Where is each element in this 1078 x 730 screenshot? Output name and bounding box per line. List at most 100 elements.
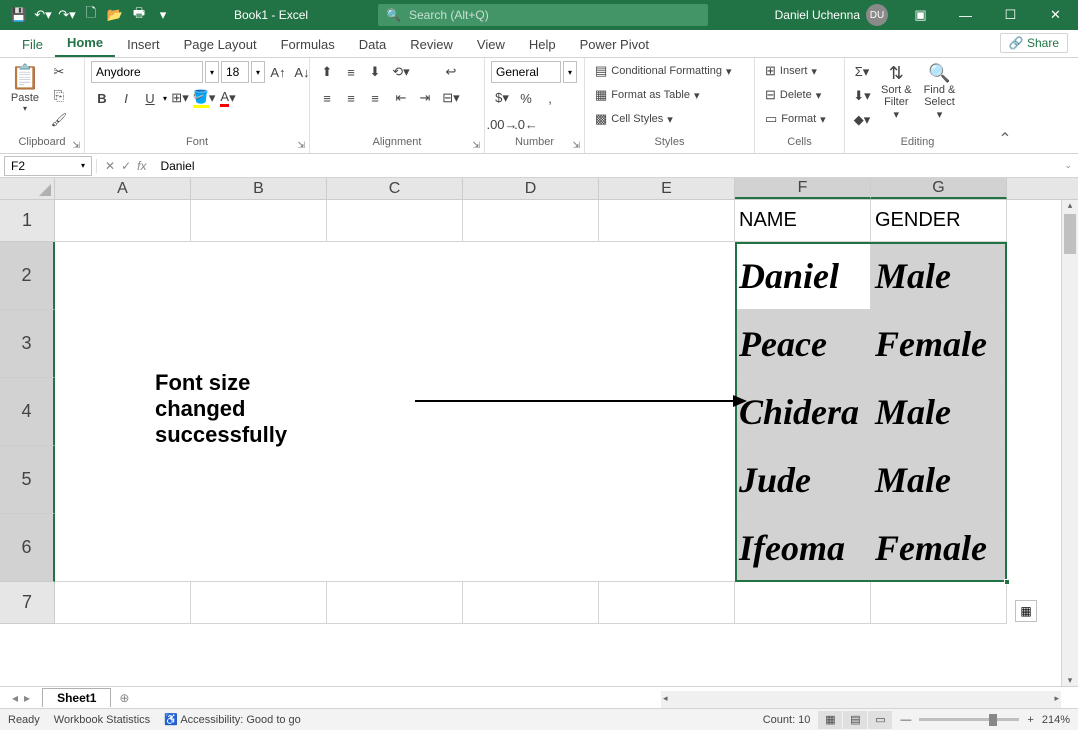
tab-review[interactable]: Review [398, 32, 465, 57]
tab-help[interactable]: Help [517, 32, 568, 57]
align-right-icon[interactable]: ≡ [364, 87, 386, 109]
row-header-2[interactable]: 2 [0, 242, 55, 310]
percent-icon[interactable]: % [515, 87, 537, 109]
find-select-button[interactable]: 🔍 Find & Select▾ [920, 61, 960, 123]
align-top-icon[interactable]: ⬆ [316, 61, 338, 83]
zoom-slider[interactable] [919, 718, 1019, 721]
minimize-button[interactable]: — [943, 0, 988, 30]
view-normal-icon[interactable]: ▦ [818, 711, 842, 729]
format-painter-icon[interactable]: 🖌 [48, 109, 70, 131]
row-header-5[interactable]: 5 [0, 446, 55, 514]
ribbon-display-icon[interactable]: ▣ [898, 0, 943, 30]
row-header-1[interactable]: 1 [0, 200, 55, 242]
maximize-button[interactable]: ☐ [988, 0, 1033, 30]
formula-input[interactable]: Daniel [154, 159, 1064, 173]
number-launcher-icon[interactable]: ⇲ [572, 140, 580, 151]
tab-view[interactable]: View [465, 32, 517, 57]
user-account[interactable]: Daniel Uchenna DU [765, 4, 898, 26]
scroll-thumb[interactable] [1064, 214, 1076, 254]
zoom-in-icon[interactable]: + [1027, 714, 1033, 726]
name-box[interactable]: F2▾ [4, 156, 92, 176]
cell[interactable] [327, 582, 463, 624]
decrease-indent-icon[interactable]: ⇤ [390, 87, 412, 109]
tab-page-layout[interactable]: Page Layout [172, 32, 269, 57]
cell-g4[interactable]: Male [871, 378, 1007, 446]
undo-icon[interactable]: ↶▾ [32, 4, 54, 26]
expand-formula-icon[interactable]: ⌄ [1064, 160, 1078, 171]
bold-button[interactable]: B [91, 87, 113, 109]
col-header-b[interactable]: B [191, 178, 327, 199]
sheet-tab-1[interactable]: Sheet1 [42, 688, 111, 707]
accounting-icon[interactable]: $▾ [491, 87, 513, 109]
vertical-scrollbar[interactable]: ▴ ▾ [1061, 200, 1078, 686]
increase-indent-icon[interactable]: ⇥ [414, 87, 436, 109]
delete-cells-button[interactable]: ⊟Delete ▾ [761, 85, 825, 105]
comma-icon[interactable]: , [539, 87, 561, 109]
share-button[interactable]: 🔗 Share [1000, 33, 1068, 53]
cell-f1[interactable]: NAME [735, 200, 871, 242]
number-format-input[interactable] [491, 61, 561, 83]
cut-icon[interactable]: ✂ [48, 61, 70, 83]
decrease-decimal-icon[interactable]: .0← [515, 113, 537, 135]
col-header-g[interactable]: G [871, 178, 1007, 199]
italic-button[interactable]: I [115, 87, 137, 109]
cell[interactable] [463, 200, 599, 242]
add-sheet-icon[interactable]: ⊕ [119, 691, 129, 705]
close-button[interactable]: ✕ [1033, 0, 1078, 30]
paste-button[interactable]: 📋 Paste ▾ [6, 61, 44, 115]
cell[interactable] [871, 582, 1007, 624]
sheet-nav-prev-icon[interactable]: ◂ [12, 691, 18, 705]
format-cells-button[interactable]: ▭Format ▾ [761, 109, 830, 129]
borders-icon[interactable]: ⊞▾ [169, 87, 191, 109]
zoom-level[interactable]: 214% [1042, 714, 1070, 726]
clipboard-launcher-icon[interactable]: ⇲ [72, 140, 80, 151]
conditional-formatting-button[interactable]: ▤Conditional Formatting ▾ [591, 61, 736, 81]
cell[interactable] [735, 582, 871, 624]
row-header-7[interactable]: 7 [0, 582, 55, 624]
font-name-input[interactable] [91, 61, 203, 83]
row-header-4[interactable]: 4 [0, 378, 55, 446]
font-size-dropdown[interactable]: ▾ [251, 61, 265, 83]
cell[interactable] [599, 582, 735, 624]
open-icon[interactable]: 📂 [104, 4, 126, 26]
increase-font-icon[interactable]: A↑ [267, 61, 289, 83]
cell[interactable] [55, 582, 191, 624]
row-header-3[interactable]: 3 [0, 310, 55, 378]
sheet-nav-next-icon[interactable]: ▸ [24, 691, 30, 705]
cell-f2[interactable]: Daniel [735, 242, 871, 310]
quickprint-icon[interactable]: 🖶 [128, 4, 150, 26]
new-file-icon[interactable]: 🗋 [80, 4, 102, 26]
select-all-button[interactable] [0, 178, 55, 199]
fill-handle[interactable] [1004, 579, 1010, 585]
increase-decimal-icon[interactable]: .00→ [491, 113, 513, 135]
tab-formulas[interactable]: Formulas [269, 32, 347, 57]
cell-g1[interactable]: GENDER [871, 200, 1007, 242]
font-color-icon[interactable]: A▾ [217, 87, 239, 109]
cell-styles-button[interactable]: ▩Cell Styles ▾ [591, 109, 677, 129]
align-left-icon[interactable]: ≡ [316, 87, 338, 109]
enter-formula-icon[interactable]: ✓ [121, 159, 131, 173]
align-middle-icon[interactable]: ≡ [340, 61, 362, 83]
font-size-input[interactable] [221, 61, 249, 83]
orientation-icon[interactable]: ⟲▾ [390, 61, 412, 83]
cell-g6[interactable]: Female [871, 514, 1007, 582]
align-bottom-icon[interactable]: ⬇ [364, 61, 386, 83]
tab-home[interactable]: Home [55, 30, 115, 57]
merge-center-icon[interactable]: ⊟▾ [440, 87, 462, 109]
collapse-ribbon-icon[interactable]: ⌃ [990, 58, 1020, 153]
format-as-table-button[interactable]: ▦Format as Table ▾ [591, 85, 704, 105]
font-launcher-icon[interactable]: ⇲ [297, 140, 305, 151]
alignment-launcher-icon[interactable]: ⇲ [472, 140, 480, 151]
cell-f6[interactable]: Ifeoma [735, 514, 871, 582]
number-format-dropdown[interactable]: ▾ [563, 61, 577, 83]
cell-g3[interactable]: Female [871, 310, 1007, 378]
cell[interactable] [191, 582, 327, 624]
cell[interactable] [599, 200, 735, 242]
autosum-icon[interactable]: Σ▾ [851, 61, 873, 83]
fill-icon[interactable]: ⬇▾ [851, 85, 873, 107]
cell-f4[interactable]: Chidera [735, 378, 871, 446]
tab-data[interactable]: Data [347, 32, 398, 57]
tab-file[interactable]: File [10, 32, 55, 57]
save-icon[interactable]: 💾 [8, 4, 30, 26]
copy-icon[interactable]: ⎘ [48, 85, 70, 107]
